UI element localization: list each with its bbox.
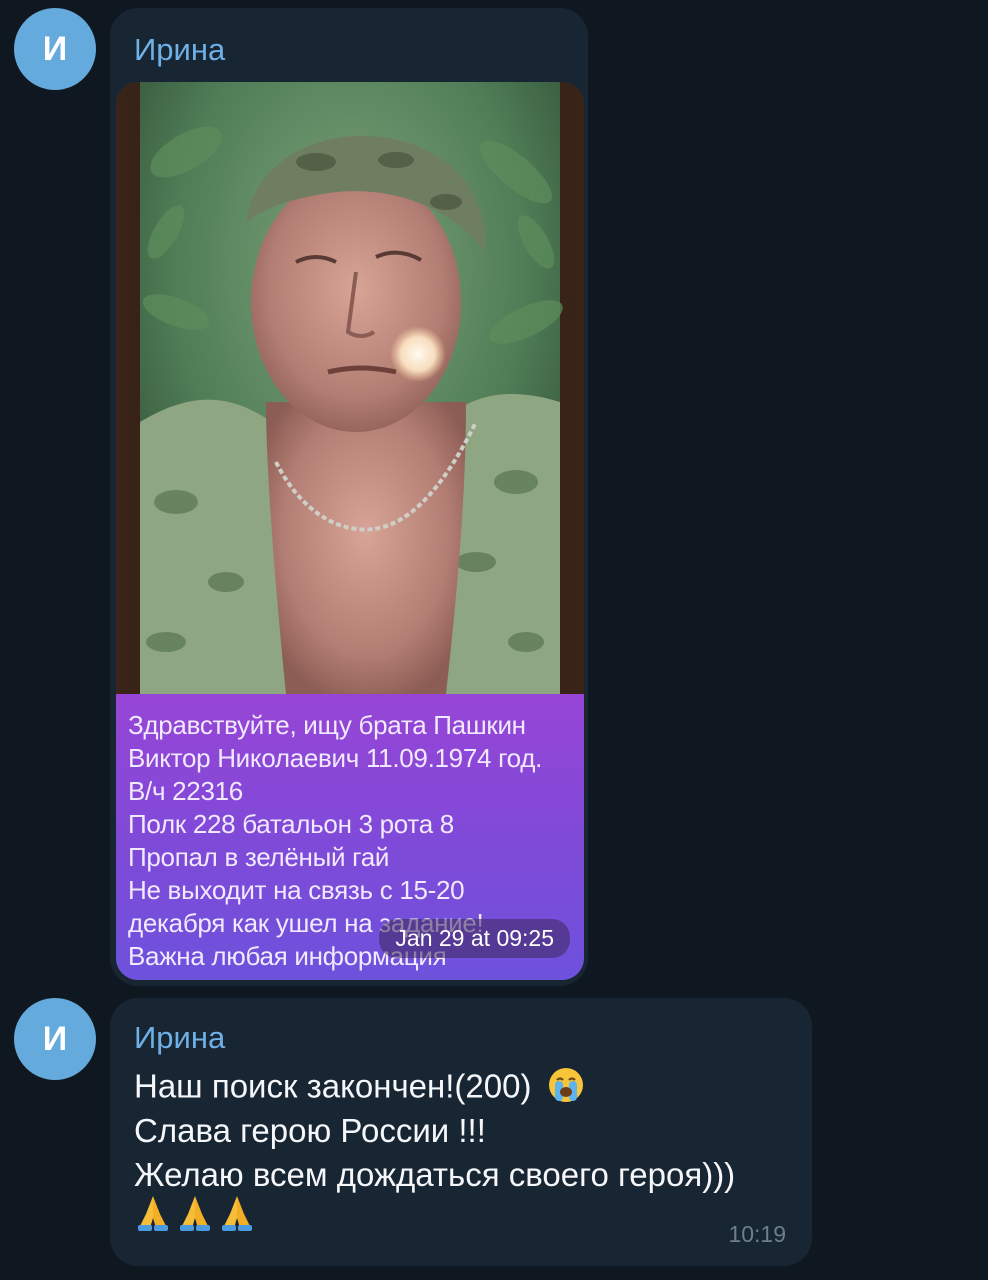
message-line: Наш поиск закончен!(200) bbox=[134, 1066, 585, 1112]
message-bubble-text[interactable]: Ирина Наш поиск закончен!(200) Слава гер… bbox=[110, 998, 812, 1266]
message-timestamp: Jan 29 at 09:25 bbox=[379, 919, 570, 958]
caption-line: Виктор Николаевич 11.09.1974 год. bbox=[128, 743, 543, 773]
avatar-letter: И bbox=[42, 1019, 68, 1058]
sender-avatar[interactable]: И bbox=[14, 998, 96, 1080]
chat-view: И Ирина Здравствуйте, ищу брата Пашкин В… bbox=[0, 0, 988, 1280]
caption-line: Здравствуйте, ищу брата Пашкин bbox=[128, 710, 526, 740]
emoji-row bbox=[134, 1192, 256, 1237]
folded-hands-icon bbox=[218, 1192, 256, 1237]
caption-line: Полк 228 батальон 3 рота 8 bbox=[128, 809, 454, 839]
caption-line: Не выходит на связь с 15-20 bbox=[128, 875, 465, 905]
folded-hands-icon bbox=[176, 1192, 214, 1237]
caption-line: В/ч 22316 bbox=[128, 776, 243, 806]
loudly-crying-face-icon bbox=[547, 1066, 585, 1112]
folded-hands-icon bbox=[134, 1192, 172, 1237]
message-line-text: Наш поиск закончен!(200) bbox=[134, 1067, 532, 1105]
sender-name[interactable]: Ирина bbox=[134, 1020, 225, 1056]
image-caption: Здравствуйте, ищу брата Пашкин Виктор Ни… bbox=[116, 694, 584, 980]
avatar-letter: И bbox=[42, 29, 68, 68]
sender-avatar[interactable]: И bbox=[14, 8, 96, 90]
man-portrait-photo bbox=[116, 82, 584, 694]
caption-line: Пропал в зелёный гай bbox=[128, 842, 390, 872]
message-line: Слава герою России !!! bbox=[134, 1112, 486, 1149]
sender-name[interactable]: Ирина bbox=[134, 32, 225, 68]
forwarded-image[interactable]: Здравствуйте, ищу брата Пашкин Виктор Ни… bbox=[116, 82, 584, 980]
message-line: Желаю всем дождаться своего героя))) bbox=[134, 1156, 736, 1193]
message-bubble-photo[interactable]: Ирина Здравствуйте, ищу брата Пашкин Вик… bbox=[110, 8, 588, 986]
message-timestamp: 10:19 bbox=[728, 1221, 786, 1247]
